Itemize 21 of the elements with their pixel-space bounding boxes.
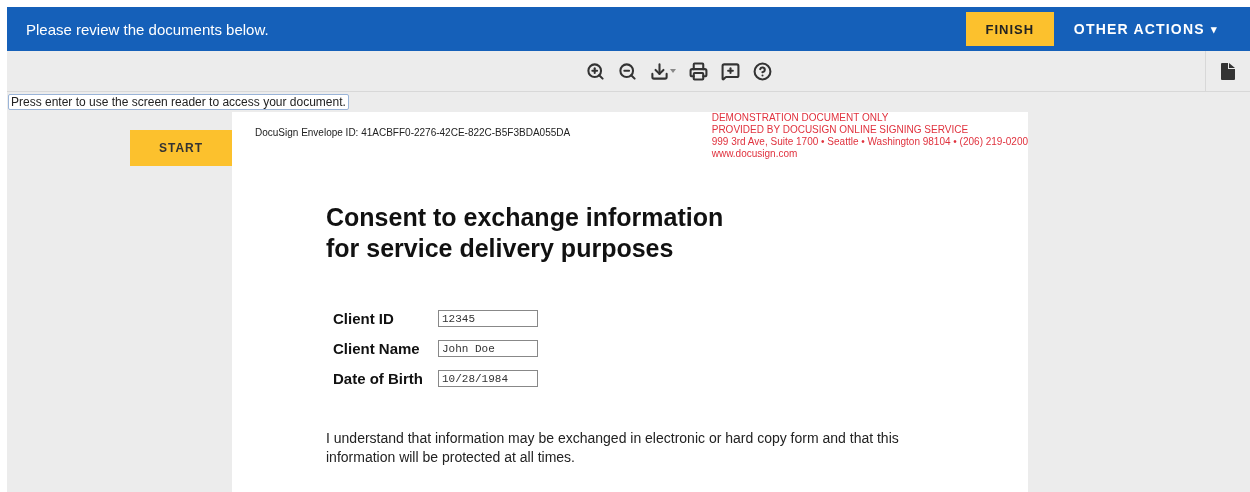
demo-notice-line: www.docusign.com [711, 148, 799, 160]
field-label: Client Name [333, 340, 421, 357]
input-field[interactable]: 10/28/1984 [438, 370, 538, 387]
header-message: Please review the documents below. [26, 20, 270, 38]
screen-reader-note[interactable]: Press enter to use the screen reader to access your document. [8, 94, 349, 110]
envelope-id: DocuSign Envelope ID: 41ACBFF0-2276-42CE-822C-B5F3BDA055DA [255, 127, 571, 140]
consent-paragraph: I understand that information may be exchanged in electronic or hard copy form and that this information will be protected at all times. [326, 429, 900, 467]
input-field[interactable]: John Doe [438, 340, 538, 357]
demo-notice-line: 999 3rd Ave, Suite 1700 • Seattle • Washington 98104 • (206) 219-0200 [711, 136, 1028, 148]
finish-button[interactable]: FINISH [965, 12, 1054, 46]
document-icon[interactable] [1221, 62, 1235, 80]
demo-notice-line: PROVIDED BY DOCUSIGN ONLINE SIGNING SERVICE [711, 124, 970, 136]
start-button[interactable]: START [130, 130, 232, 166]
other-actions-button[interactable]: OTHER ACTIONS ▾ [1067, 12, 1224, 46]
document-title: Consent to exchange information [326, 202, 725, 233]
document-title: for service delivery purposes [326, 233, 675, 264]
input-field[interactable]: 12345 [438, 310, 538, 327]
demo-notice-line: DEMONSTRATION DOCUMENT ONLY [711, 112, 890, 124]
field-label: Client ID [333, 310, 395, 327]
caret-icon [669, 69, 676, 73]
field-label: Date of Birth [333, 370, 424, 387]
